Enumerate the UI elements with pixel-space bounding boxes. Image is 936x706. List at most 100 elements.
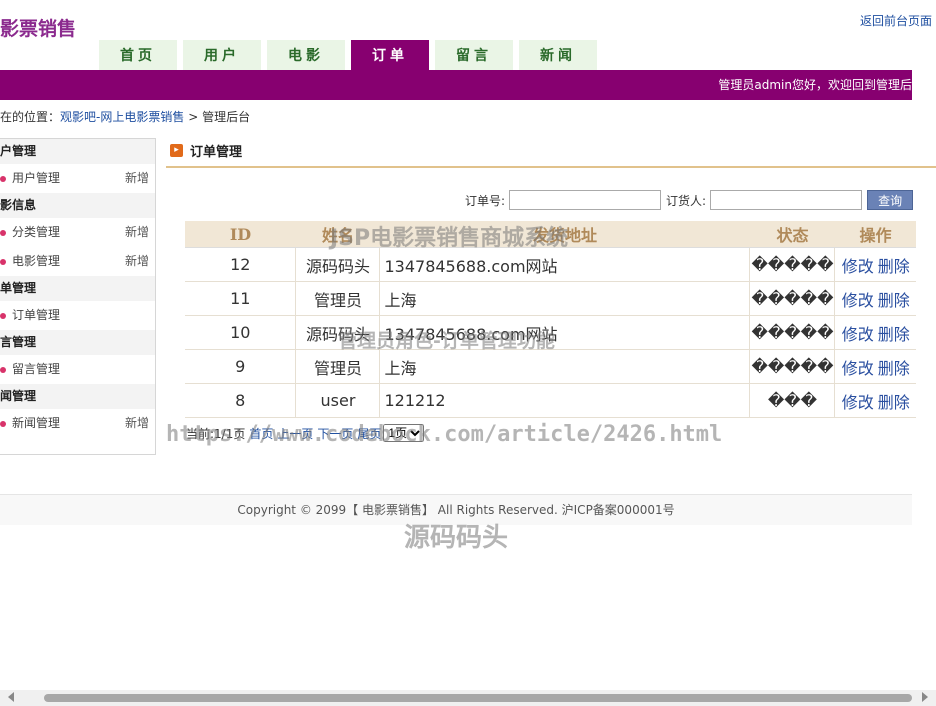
edit-link[interactable]: 修改	[842, 359, 874, 378]
sidebar-item-movie-manage[interactable]: 电影管理 新增	[0, 247, 155, 276]
cell-name: 管理员	[295, 281, 381, 316]
cell-id: 9	[185, 349, 297, 384]
arrow-right-icon: ▸	[170, 144, 183, 157]
cell-status: �����	[749, 349, 836, 384]
horizontal-scrollbar[interactable]	[0, 690, 936, 706]
sidebar-add-link[interactable]: 新增	[125, 409, 149, 438]
bullet-icon	[0, 258, 6, 265]
breadcrumb: 在的位置：观影吧-网上电影票销售 > 管理后台	[0, 108, 250, 125]
order-no-input[interactable]	[509, 190, 662, 210]
sidebar-group-title: 闻管理	[0, 384, 155, 409]
cell-id: 8	[185, 383, 297, 418]
col-name: 姓名	[295, 221, 380, 248]
cell-name: user	[295, 383, 381, 418]
site-logo: 影票销售	[0, 18, 77, 40]
col-status: 状态	[749, 221, 835, 248]
cell-actions: 修改 删除	[834, 315, 916, 350]
col-id: ID	[185, 221, 296, 248]
sidebar-item-order-manage[interactable]: 订单管理	[0, 301, 155, 330]
breadcrumb-sep: >	[188, 110, 199, 124]
tab-home[interactable]: 首页	[99, 40, 177, 70]
breadcrumb-site-link[interactable]: 观影吧-网上电影票销售	[60, 110, 184, 124]
cell-actions: 修改 删除	[834, 383, 916, 418]
delete-link[interactable]: 删除	[878, 291, 910, 310]
edit-link[interactable]: 修改	[842, 291, 874, 310]
divider	[166, 166, 936, 168]
sidebar-item-label[interactable]: 留言管理	[12, 355, 60, 384]
panel-title-text: 订单管理	[190, 145, 243, 160]
page-select[interactable]: 1页	[383, 424, 425, 442]
first-page-link[interactable]: 首页	[249, 425, 273, 442]
cell-address: 1347845688.com网站	[379, 315, 751, 350]
table-row: 11 管理员 上海 ����� 修改 删除	[185, 281, 916, 316]
edit-link[interactable]: 修改	[842, 393, 874, 412]
sidebar: 户管理 用户管理 新增 影信息 分类管理 新增 电影管理 新增 单管理 订单管理…	[0, 138, 156, 455]
table-row: 10 源码码头 1347845688.com网站 ����� 修改 删除	[185, 315, 916, 350]
delete-link[interactable]: 删除	[878, 325, 910, 344]
edit-link[interactable]: 修改	[842, 257, 874, 276]
footer: Copyright © 2099【 电影票销售】 All Rights Rese…	[0, 494, 912, 525]
scroll-right-icon[interactable]	[922, 692, 928, 702]
cell-actions: 修改 删除	[834, 281, 916, 316]
sidebar-item-label[interactable]: 订单管理	[12, 301, 60, 330]
scroll-left-icon[interactable]	[8, 692, 14, 702]
orders-table: ID 姓名 发货地址 状态 操作 12 源码码头 1347845688.com网…	[185, 221, 916, 418]
table-row: 9 管理员 上海 ����� 修改 删除	[185, 349, 916, 384]
prev-page-link[interactable]: 上一页	[277, 425, 313, 442]
cell-address: 1347845688.com网站	[379, 247, 751, 282]
sidebar-group-title: 单管理	[0, 276, 155, 301]
sidebar-item-news-manage[interactable]: 新闻管理 新增	[0, 409, 155, 438]
sidebar-item-label[interactable]: 新闻管理	[12, 409, 60, 438]
delete-link[interactable]: 删除	[878, 393, 910, 412]
buyer-input[interactable]	[710, 190, 863, 210]
tab-news[interactable]: 新闻	[519, 40, 597, 70]
sidebar-item-label[interactable]: 分类管理	[12, 218, 60, 247]
sidebar-group-title: 影信息	[0, 193, 155, 218]
col-address: 发货地址	[379, 221, 750, 248]
next-page-link[interactable]: 下一页	[317, 425, 353, 442]
bullet-icon	[0, 229, 6, 236]
edit-link[interactable]: 修改	[842, 325, 874, 344]
cell-name: 源码码头	[295, 315, 381, 350]
cell-address: 上海	[379, 349, 751, 384]
cell-address: 121212	[379, 383, 751, 418]
breadcrumb-current: 管理后台	[202, 110, 251, 124]
scrollbar-thumb[interactable]	[44, 694, 912, 702]
cell-id: 12	[185, 247, 297, 282]
welcome-banner: 管理员admin您好，欢迎回到管理后	[0, 70, 912, 100]
sidebar-item-label[interactable]: 电影管理	[12, 247, 60, 276]
sidebar-item-message-manage[interactable]: 留言管理	[0, 355, 155, 384]
sidebar-add-link[interactable]: 新增	[125, 164, 149, 193]
bullet-icon	[0, 312, 6, 319]
cell-actions: 修改 删除	[834, 349, 916, 384]
back-to-frontend-link[interactable]: 返回前台页面	[860, 12, 932, 29]
sidebar-item-user-manage[interactable]: 用户管理 新增	[0, 164, 155, 193]
tab-users[interactable]: 用户	[183, 40, 261, 70]
sidebar-group-title: 户管理	[0, 139, 155, 164]
tab-movies[interactable]: 电影	[267, 40, 345, 70]
tab-messages[interactable]: 留言	[435, 40, 513, 70]
delete-link[interactable]: 删除	[878, 257, 910, 276]
col-actions: 操作	[834, 221, 916, 248]
cell-name: 源码码头	[295, 247, 381, 282]
last-page-link[interactable]: 尾页	[357, 425, 381, 442]
copyright-text: Copyright © 2099【 电影票销售】 All Rights Rese…	[237, 503, 675, 517]
sidebar-add-link[interactable]: 新增	[125, 247, 149, 276]
cell-status: �����	[749, 247, 836, 282]
table-row: 8 user 121212 ��� 修改 删除	[185, 383, 916, 418]
cell-status: �����	[749, 315, 836, 350]
sidebar-item-label[interactable]: 用户管理	[12, 164, 60, 193]
order-no-label: 订单号:	[465, 193, 506, 208]
sidebar-item-category-manage[interactable]: 分类管理 新增	[0, 218, 155, 247]
buyer-label: 订货人:	[666, 193, 707, 208]
search-button[interactable]: 查询	[867, 190, 914, 210]
page-info: 当前:1/1页	[186, 426, 246, 441]
tab-orders[interactable]: 订单	[351, 40, 429, 70]
cell-address: 上海	[379, 281, 751, 316]
delete-link[interactable]: 删除	[878, 359, 910, 378]
bullet-icon	[0, 366, 6, 373]
main-nav: 首页 用户 电影 订单 留言 新闻	[99, 40, 597, 70]
welcome-text: 管理员admin您好，欢迎回到管理后	[718, 78, 912, 92]
sidebar-add-link[interactable]: 新增	[125, 218, 149, 247]
bullet-icon	[0, 175, 6, 182]
